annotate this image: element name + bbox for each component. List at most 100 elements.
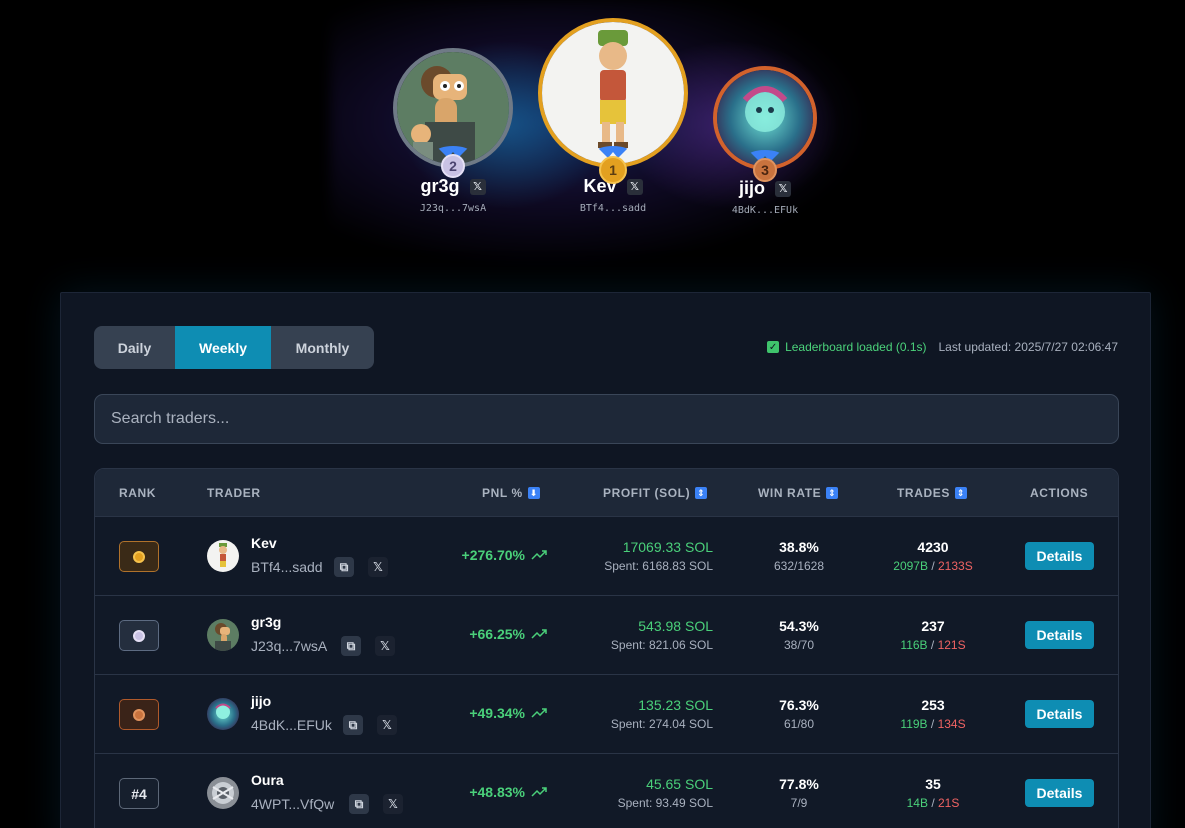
pnl-text: +49.34% bbox=[469, 705, 525, 721]
header-trades[interactable]: TRADES ⇕ bbox=[897, 486, 967, 500]
winrate-detail: 632/1628 bbox=[773, 559, 825, 573]
trader-name[interactable]: jijo bbox=[251, 693, 271, 709]
x-logo-icon[interactable]: 𝕏 bbox=[626, 178, 643, 195]
sort-icon[interactable]: ⇕ bbox=[954, 487, 967, 499]
trader-address: 4WPT...VfQw bbox=[251, 796, 335, 812]
rank-badge bbox=[119, 541, 159, 572]
rank-badge: #4 bbox=[119, 778, 159, 809]
avatar[interactable] bbox=[207, 619, 239, 651]
rank-badge bbox=[119, 699, 159, 730]
winrate-value: 38.8% bbox=[779, 539, 819, 555]
sort-icon[interactable]: ⇕ bbox=[695, 487, 708, 499]
avatar[interactable] bbox=[207, 540, 239, 572]
copy-icon[interactable]: ⧉ bbox=[349, 794, 369, 814]
avatar-kev-image bbox=[542, 22, 684, 164]
trades-value: 4230 bbox=[917, 539, 949, 555]
profit-value: 543.98 SOL bbox=[638, 618, 713, 634]
trader-name[interactable]: Kev bbox=[251, 535, 277, 551]
x-logo-icon[interactable]: 𝕏 bbox=[377, 715, 397, 735]
pnl-text: +276.70% bbox=[461, 547, 525, 563]
avatar[interactable] bbox=[207, 777, 239, 809]
winrate-value: 77.8% bbox=[779, 776, 819, 792]
buys-value: 116B bbox=[900, 638, 928, 652]
trader-address: BTf4...sadd bbox=[251, 559, 323, 575]
silver-medal-icon bbox=[133, 629, 145, 642]
podium-address: 4BdK...EFUk bbox=[731, 205, 799, 216]
rank-medal-1: 1 bbox=[599, 156, 627, 184]
tab-monthly[interactable]: Monthly bbox=[271, 326, 374, 369]
copy-icon[interactable]: ⧉ bbox=[343, 715, 363, 735]
x-logo-icon[interactable]: 𝕏 bbox=[775, 180, 791, 197]
rank-medal-3: 3 bbox=[753, 158, 777, 182]
spent-value: Spent: 274.04 SOL bbox=[610, 717, 713, 731]
winrate-cell: 77.8% 7/9 bbox=[751, 776, 847, 810]
bronze-medal-icon bbox=[133, 708, 145, 721]
podium-second[interactable]: 2 gr3g 𝕏 J23q...7wsA bbox=[393, 48, 513, 214]
trades-cell: 237 116B / 121S bbox=[885, 618, 981, 652]
status-bar: ✓ Leaderboard loaded (0.1s) Last updated… bbox=[767, 340, 1118, 354]
podium-address: BTf4...sadd bbox=[579, 203, 647, 214]
avatar[interactable] bbox=[207, 698, 239, 730]
trades-cell: 4230 2097B / 2133S bbox=[885, 539, 981, 573]
trader-address: 4BdK...EFUk bbox=[251, 717, 332, 733]
winrate-cell: 54.3% 38/70 bbox=[751, 618, 847, 652]
profit-value: 17069.33 SOL bbox=[622, 539, 713, 555]
podium-first[interactable]: 1 Kev 𝕏 BTf4...sadd bbox=[538, 18, 688, 214]
podium-third[interactable]: 3 jijo 𝕏 4BdK...EFUk bbox=[713, 66, 817, 216]
header-pnl-label: PNL % bbox=[482, 486, 523, 500]
podium-avatar[interactable]: 1 bbox=[538, 18, 688, 184]
search-input[interactable] bbox=[94, 394, 1119, 444]
podium-avatar[interactable]: 3 bbox=[713, 66, 817, 182]
status-loaded: Leaderboard loaded (0.1s) bbox=[785, 340, 927, 354]
check-icon: ✓ bbox=[767, 341, 780, 353]
pnl-value: +49.34% bbox=[469, 705, 547, 721]
header-pnl[interactable]: PNL % ⬇ bbox=[482, 486, 540, 500]
header-winrate[interactable]: WIN RATE ⇕ bbox=[758, 486, 839, 500]
tab-daily[interactable]: Daily bbox=[94, 326, 175, 369]
table-row[interactable]: #4 Oura 4WPT...VfQw ⧉ 𝕏 +48.83% 45.65 SO… bbox=[95, 754, 1118, 828]
sells-value: 121S bbox=[937, 638, 966, 652]
spent-value: Spent: 6168.83 SOL bbox=[604, 559, 713, 573]
buys-value: 14B bbox=[906, 796, 928, 810]
pnl-value: +66.25% bbox=[469, 626, 547, 642]
trend-up-icon bbox=[531, 629, 547, 639]
x-logo-icon[interactable]: 𝕏 bbox=[375, 636, 395, 656]
x-logo-icon[interactable]: 𝕏 bbox=[383, 794, 403, 814]
x-logo-icon[interactable]: 𝕏 bbox=[368, 557, 388, 577]
winrate-cell: 38.8% 632/1628 bbox=[751, 539, 847, 573]
header-trader: TRADER bbox=[207, 486, 261, 500]
winrate-detail: 38/70 bbox=[783, 638, 815, 652]
trader-name[interactable]: Oura bbox=[251, 772, 284, 788]
trader-name[interactable]: gr3g bbox=[251, 614, 281, 630]
x-logo-icon[interactable]: 𝕏 bbox=[469, 178, 486, 195]
trend-up-icon bbox=[531, 787, 547, 797]
details-button[interactable]: Details bbox=[1025, 779, 1094, 807]
table-row[interactable]: gr3g J23q...7wsA ⧉ 𝕏 +66.25% 543.98 SOL … bbox=[95, 596, 1118, 675]
trend-up-icon bbox=[531, 708, 547, 718]
winrate-value: 76.3% bbox=[779, 697, 819, 713]
sort-icon[interactable]: ⬇ bbox=[527, 487, 540, 499]
rank-badge bbox=[119, 620, 159, 651]
podium: 2 gr3g 𝕏 J23q...7wsA 1 Kev 𝕏 BTf4...sadd… bbox=[0, 0, 1185, 292]
header-profit[interactable]: PROFIT (SOL) ⇕ bbox=[603, 486, 708, 500]
tab-weekly[interactable]: Weekly bbox=[175, 326, 271, 369]
last-updated: Last updated: 2025/7/27 02:06:47 bbox=[938, 340, 1119, 354]
buys-value: 119B bbox=[900, 717, 928, 731]
copy-icon[interactable]: ⧉ bbox=[341, 636, 361, 656]
profit-cell: 543.98 SOL Spent: 821.06 SOL bbox=[611, 618, 713, 652]
details-button[interactable]: Details bbox=[1025, 700, 1094, 728]
header-actions: ACTIONS bbox=[1030, 486, 1089, 500]
table-row[interactable]: jijo 4BdK...EFUk ⧉ 𝕏 +49.34% 135.23 SOL … bbox=[95, 675, 1118, 754]
pnl-value: +276.70% bbox=[462, 547, 547, 563]
header-rank: RANK bbox=[119, 486, 157, 500]
profit-cell: 45.65 SOL Spent: 93.49 SOL bbox=[618, 776, 713, 810]
details-button[interactable]: Details bbox=[1025, 542, 1094, 570]
spent-value: Spent: 821.06 SOL bbox=[610, 638, 713, 652]
table-row[interactable]: Kev BTf4...sadd ⧉ 𝕏 +276.70% 17069.33 SO… bbox=[95, 517, 1118, 596]
copy-icon[interactable]: ⧉ bbox=[334, 557, 354, 577]
podium-avatar[interactable]: 2 bbox=[393, 48, 513, 178]
details-button[interactable]: Details bbox=[1025, 621, 1094, 649]
profit-cell: 135.23 SOL Spent: 274.04 SOL bbox=[611, 697, 713, 731]
trader-address: J23q...7wsA bbox=[251, 638, 328, 654]
sort-icon[interactable]: ⇕ bbox=[826, 487, 839, 499]
